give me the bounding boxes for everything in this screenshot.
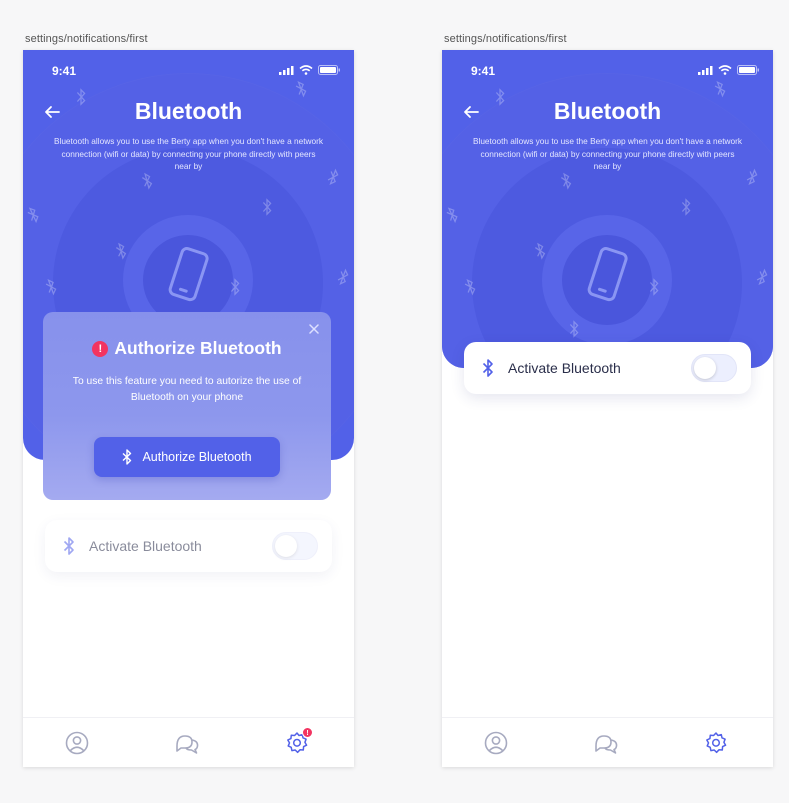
account-icon xyxy=(484,731,508,755)
activate-bluetooth-row: Activate Bluetooth xyxy=(45,520,332,572)
phone-screen: 9:41 Bluetooth Bluetooth allows you to u… xyxy=(442,50,773,767)
bluetooth-toggle[interactable] xyxy=(272,532,318,560)
bluetooth-icon xyxy=(681,198,691,216)
close-icon[interactable] xyxy=(309,324,319,334)
tab-messages[interactable] xyxy=(593,730,619,756)
smartphone-icon xyxy=(587,247,628,302)
battery-icon xyxy=(318,65,340,75)
page-title: Bluetooth xyxy=(134,98,243,124)
page-title: Bluetooth xyxy=(553,98,662,124)
modal-title-text: Authorize Bluetooth xyxy=(114,338,282,358)
tab-messages[interactable] xyxy=(174,730,200,756)
bluetooth-icon xyxy=(230,278,240,296)
smartphone-icon xyxy=(168,247,209,302)
bluetooth-icon xyxy=(714,81,726,98)
messages-icon xyxy=(176,735,199,754)
settings-icon xyxy=(706,732,727,754)
account-icon xyxy=(65,731,89,755)
wifi-icon xyxy=(718,65,732,75)
toggle-knob xyxy=(694,357,716,379)
bluetooth-icon xyxy=(262,198,272,216)
bluetooth-description: Bluetooth allows you to use the Berty ap… xyxy=(472,136,743,171)
bluetooth-header: 9:41 Bluetooth Bluetooth allows you to u… xyxy=(442,50,773,368)
warning-icon: ! xyxy=(92,340,109,357)
tab-settings[interactable] xyxy=(703,730,729,756)
status-time: 9:41 xyxy=(52,64,77,78)
tab-account[interactable] xyxy=(64,730,90,756)
authorize-bluetooth-button[interactable]: Authorize Bluetooth xyxy=(94,437,280,477)
phone-screen: 9:41 Bluetooth Bluetooth allows you to u… xyxy=(23,50,354,767)
tab-account[interactable] xyxy=(483,730,509,756)
bluetooth-toggle[interactable] xyxy=(691,354,737,382)
bluetooth-description: Bluetooth allows you to use the Berty ap… xyxy=(53,136,324,171)
toggle-knob xyxy=(275,535,297,557)
activate-bluetooth-row: Activate Bluetooth xyxy=(464,342,751,394)
modal-message: To use this feature you need to autorize… xyxy=(72,376,302,403)
frame-label: settings/notifications/first xyxy=(25,33,148,45)
bluetooth-icon xyxy=(649,278,659,296)
bluetooth-icon xyxy=(295,81,307,98)
tab-bar xyxy=(442,717,773,767)
frame-label: settings/notifications/first xyxy=(444,33,567,45)
status-icons xyxy=(279,65,340,75)
bluetooth-icon xyxy=(482,359,493,377)
modal-title: ! Authorize Bluetooth xyxy=(43,338,331,359)
notification-badge: ! xyxy=(302,727,313,738)
status-time: 9:41 xyxy=(471,64,496,78)
battery-icon xyxy=(737,65,759,75)
signal-icon xyxy=(279,65,294,75)
bluetooth-icon xyxy=(63,537,74,555)
wifi-icon xyxy=(299,65,313,75)
status-icons xyxy=(698,65,759,75)
tab-settings[interactable]: ! xyxy=(284,727,313,756)
messages-icon xyxy=(595,735,618,754)
activate-bluetooth-label: Activate Bluetooth xyxy=(89,538,202,554)
tab-bar: ! xyxy=(23,717,354,767)
bluetooth-icon xyxy=(122,449,132,465)
signal-icon xyxy=(698,65,713,75)
authorize-bluetooth-modal: ! Authorize Bluetooth To use this featur… xyxy=(43,312,331,500)
authorize-button-label: Authorize Bluetooth xyxy=(142,450,252,464)
bluetooth-icon xyxy=(569,320,579,338)
activate-bluetooth-label: Activate Bluetooth xyxy=(508,360,621,376)
